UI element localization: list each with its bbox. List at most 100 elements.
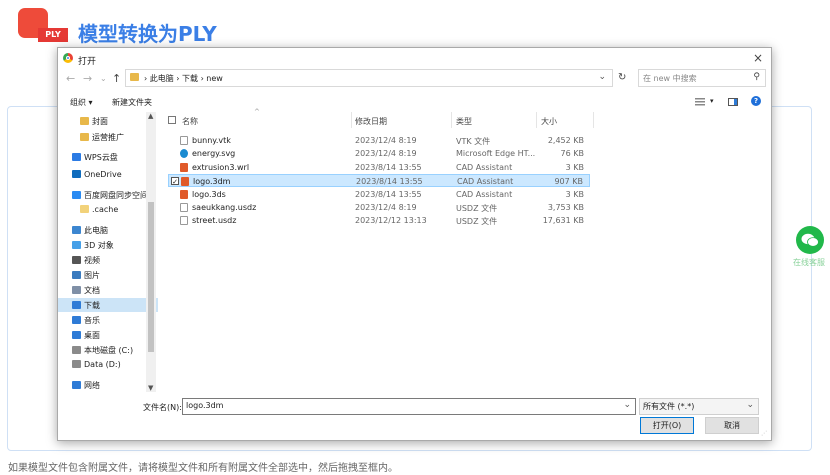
column-name[interactable]: 名称 [182,116,198,127]
file-size: 2,452 KB [547,136,584,145]
command-bar: 组织 ▾ 新建文件夹 ▾ [58,92,771,112]
file-name: street.usdz [192,216,237,226]
nav-item-label: 音乐 [84,316,100,325]
baidu-icon [72,191,81,199]
file-row[interactable]: saeukkang.usdz 2023/12/4 8:19 USDZ 文件 3,753… [168,201,590,214]
file-date: 2023/12/4 8:19 [355,203,417,212]
back-icon[interactable]: ← [66,72,75,85]
file-size: 907 KB [554,177,583,187]
organize-menu[interactable]: 组织 ▾ [70,97,93,108]
nav-item[interactable]: 音乐 [72,315,100,326]
file-name: logo.3dm [193,177,231,187]
chevron-down-icon[interactable]: ⌄ [598,72,606,82]
nav-item[interactable]: 文档 [72,285,100,296]
file-icon [180,136,188,145]
file-icon [180,203,188,212]
nav-item[interactable]: WPS云盘 [72,152,118,163]
navigation-pane: 封面运营推广 WPS云盘 OneDrive 百度网盘同步空间 .cache 此电脑 3D 对… [58,112,158,392]
scroll-down-icon[interactable]: ▼ [148,384,153,392]
file-row[interactable]: bunny.vtk 2023/12/4 8:19 VTK 文件 2,452 KB [168,134,590,147]
nav-item[interactable]: 3D 对象 [72,240,114,251]
nav-item[interactable]: 运营推广 [80,132,124,143]
file-type: Microsoft Edge HT... [456,149,536,159]
pc-icon [72,226,81,234]
nav-scroll-thumb[interactable] [148,202,154,352]
scroll-up-icon[interactable]: ▲ [148,112,153,120]
chrome-icon [63,53,73,63]
refresh-icon[interactable]: ↻ [618,72,626,83]
nav-item-label: WPS云盘 [84,153,118,162]
up-icon[interactable]: ↑ [112,72,121,85]
filename-value: logo.3dm [186,401,224,410]
file-type-value: 所有文件 (*.*) [643,402,695,411]
search-input[interactable]: 在 new 中搜索 ⚲ [638,69,766,87]
nav-item[interactable]: .cache [80,205,118,214]
search-icon: ⚲ [753,72,760,82]
download-icon [72,301,81,309]
resize-grip-icon[interactable]: ⋰ [761,430,769,438]
nav-item[interactable]: Data (D:) [72,360,121,369]
recent-dropdown-icon[interactable]: ⌄ [100,74,107,83]
nav-scrollbar[interactable]: ▲ ▼ [146,112,156,392]
column-date[interactable]: 修改日期 [355,116,387,127]
chevron-down-icon[interactable]: ⌄ [746,400,754,410]
chevron-down-icon[interactable]: ⌄ [623,400,631,410]
preview-pane-icon[interactable] [728,98,738,106]
network-icon [72,381,81,389]
file-size: 17,631 KB [542,216,584,226]
help-icon[interactable]: ? [751,96,761,106]
cancel-button[interactable]: 取消 [705,417,759,434]
file-date: 2023/12/12 13:13 [355,216,427,226]
column-divider [451,112,452,128]
nav-item[interactable]: 视频 [72,255,100,266]
row-checkbox[interactable]: ✓ [171,177,179,186]
nav-item-label: 本地磁盘 (C:) [84,346,134,355]
cloud-icon [72,170,81,178]
file-type-select[interactable]: 所有文件 (*.*) ⌄ [639,398,759,415]
nav-item-label: 封面 [92,117,108,126]
file-row[interactable]: logo.3ds 2023/8/14 13:55 CAD Assistant 3 KB [168,188,590,201]
select-all-checkbox[interactable] [168,116,176,124]
nav-item-label: 此电脑 [84,226,108,235]
file-row[interactable]: extrusion3.wrl 2023/8/14 13:55 CAD Assista… [168,161,590,174]
open-button[interactable]: 打开(O) [640,417,694,434]
nav-item[interactable]: 图片 [72,270,100,281]
nav-item[interactable]: 此电脑 [72,225,108,236]
file-row[interactable]: energy.svg 2023/12/4 8:19 Microsoft Edge H… [168,147,590,160]
nav-item-label: 图片 [84,271,100,280]
file-date: 2023/12/4 8:19 [355,149,417,159]
column-type[interactable]: 类型 [456,116,472,127]
nav-item[interactable]: 网络 [72,380,100,391]
nav-item[interactable]: 本地磁盘 (C:) [72,345,133,356]
page-title: 模型转换为PLY [78,22,217,46]
file-size: 3 KB [565,162,584,172]
address-bar[interactable]: › 此电脑 › 下载 › new ⌄ [125,69,613,87]
close-icon[interactable]: × [753,51,763,65]
sort-indicator-icon: ^ [254,108,260,116]
nav-item-label: Data (D:) [84,360,121,369]
nav-item-label: 文档 [84,286,100,295]
nav-item[interactable]: 下载 [72,300,100,311]
forward-icon[interactable]: → [83,72,92,85]
column-size[interactable]: 大小 [541,116,557,127]
file-type: VTK 文件 [456,137,491,146]
nav-item[interactable]: 桌面 [72,330,100,341]
filename-input[interactable]: logo.3dm ⌄ [182,398,636,415]
column-divider [351,112,352,128]
column-divider [536,112,537,128]
nav-item-label: OneDrive [84,170,122,179]
file-row[interactable]: street.usdz 2023/12/12 13:13 USDZ 文件 17,631… [168,214,590,227]
wechat-label[interactable]: 在线客服 [793,257,825,268]
wechat-icon[interactable] [796,226,824,254]
new-folder-button[interactable]: 新建文件夹 [112,97,152,108]
nav-item[interactable]: OneDrive [72,170,122,179]
file-name: logo.3ds [192,189,226,199]
open-file-dialog: 打开 × ← → ⌄ ↑ › 此电脑 › 下载 › new ⌄ ↻ 在 new … [57,47,772,441]
file-date: 2023/8/14 13:55 [355,162,422,172]
document-icon [72,286,81,294]
file-row[interactable]: ✓ logo.3dm 2023/8/14 13:55 CAD Assistant 907… [168,174,590,188]
view-dropdown-icon[interactable]: ▾ [710,97,714,105]
nav-item[interactable]: 封面 [80,116,108,127]
nav-item[interactable]: 百度网盘同步空间 [72,190,148,201]
view-options-icon[interactable] [695,98,705,106]
